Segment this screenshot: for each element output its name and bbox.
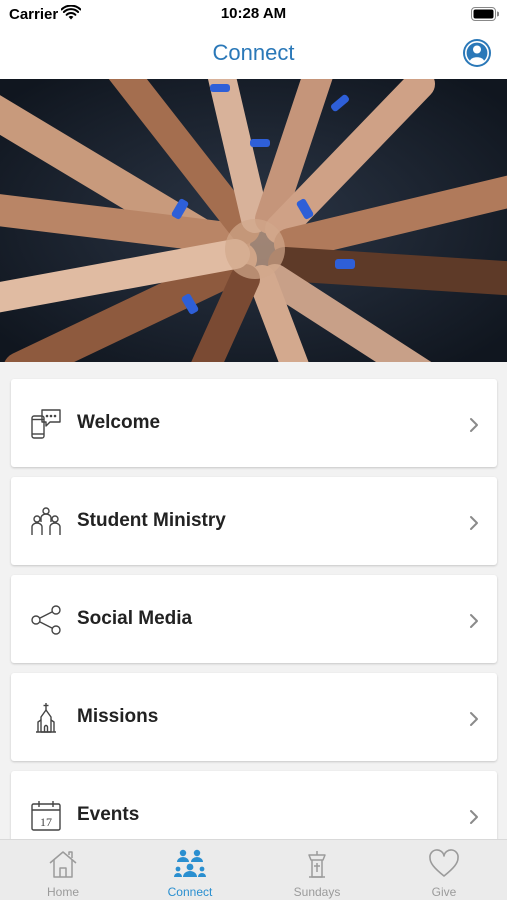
phone-chat-icon — [29, 407, 63, 441]
tab-sundays[interactable]: Sundays — [254, 840, 380, 900]
menu-item-label: Events — [77, 804, 140, 825]
menu-item-label: Social Media — [77, 608, 193, 629]
calendar-icon: 17 — [29, 799, 63, 833]
menu-item-label: Missions — [77, 706, 159, 727]
tab-label: Give — [431, 885, 457, 899]
menu-item-welcome[interactable]: Welcome — [11, 379, 497, 467]
page-title: Connect — [212, 40, 295, 65]
status-bar: Carrier 10:28 AM — [0, 0, 507, 28]
battery-icon — [471, 7, 500, 26]
hands-together-photo — [0, 79, 507, 362]
chevron-right-icon — [469, 809, 479, 825]
tab-label: Sundays — [293, 885, 341, 899]
svg-text:17: 17 — [40, 815, 52, 829]
user-profile-icon[interactable] — [462, 38, 492, 68]
menu-item-social-media[interactable]: Social Media — [11, 575, 497, 663]
menu-item-missions[interactable]: Missions — [11, 673, 497, 761]
tab-label: Connect — [167, 885, 213, 899]
chevron-right-icon — [469, 711, 479, 727]
menu-item-label: Welcome — [77, 412, 161, 433]
status-time: 10:28 AM — [220, 5, 287, 22]
chevron-right-icon — [469, 613, 479, 629]
chevron-right-icon — [469, 417, 479, 433]
connect-people-icon — [174, 848, 206, 880]
pulpit-icon — [301, 848, 333, 880]
menu-item-student-ministry[interactable]: Student Ministry — [11, 477, 497, 565]
church-icon — [29, 701, 63, 735]
tab-give[interactable]: Give — [381, 840, 507, 900]
share-icon — [29, 603, 63, 637]
tab-connect[interactable]: Connect — [127, 840, 253, 900]
menu-item-label: Student Ministry — [77, 510, 226, 531]
navigation-bar: Connect — [0, 28, 507, 79]
house-icon — [47, 848, 79, 880]
people-group-icon — [29, 505, 63, 539]
tab-home[interactable]: Home — [0, 840, 126, 900]
chevron-right-icon — [469, 515, 479, 531]
tab-bar: Home Connect Sundays Give — [0, 839, 507, 900]
heart-icon — [428, 848, 460, 880]
tab-label: Home — [46, 885, 79, 899]
